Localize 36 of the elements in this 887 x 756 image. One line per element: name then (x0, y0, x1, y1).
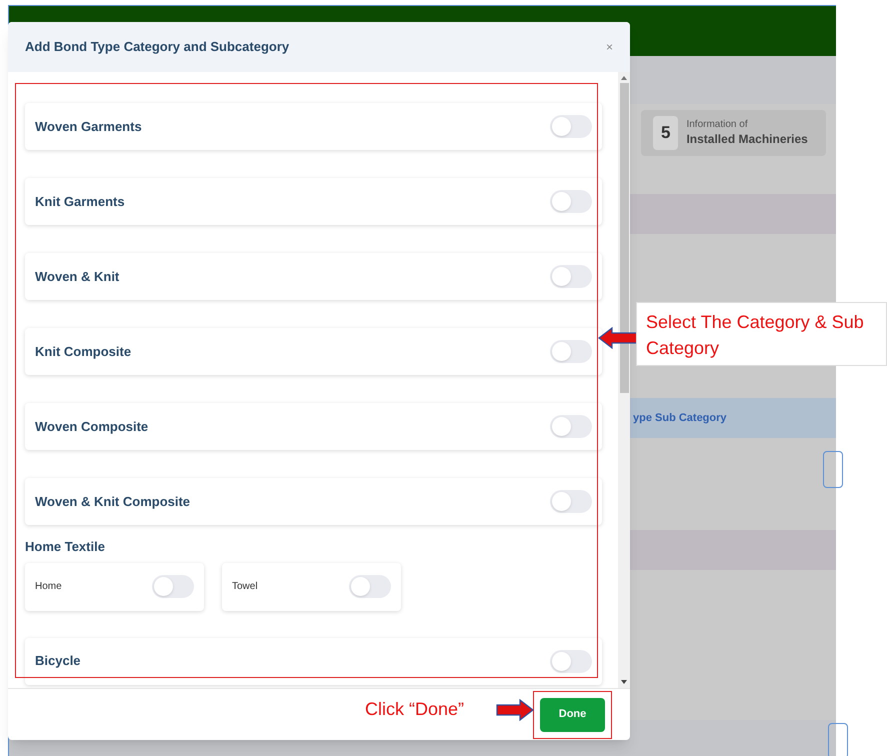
group-heading: Home Textile (25, 538, 106, 556)
toggle-switch[interactable] (349, 575, 391, 598)
category-label: Woven Garments (35, 118, 142, 136)
category-label: Woven & Knit Composite (35, 492, 190, 511)
toggle-switch[interactable] (152, 575, 194, 598)
toggle-switch[interactable] (550, 490, 592, 513)
step-title: Installed Machineries (686, 132, 808, 147)
callout-text: Click “Done” (365, 698, 464, 721)
category-label: Knit Garments (35, 192, 125, 211)
subcategory-label: Towel (232, 580, 258, 594)
scrollbar[interactable] (618, 72, 630, 688)
scrollbar-thumb[interactable] (620, 83, 628, 393)
category-label: Woven Composite (35, 418, 148, 436)
step-caption: Information of (686, 119, 749, 132)
done-button[interactable]: Done (540, 698, 605, 732)
right-arrow-icon (496, 699, 534, 721)
category-label: Knit Composite (35, 342, 132, 361)
toggle-switch[interactable] (550, 415, 592, 438)
callout-text: Select The Category & Sub Category (646, 311, 865, 360)
category-label: Bicycle (35, 652, 81, 670)
section-title: ype Sub Category (633, 410, 727, 426)
subcategory-label: Home (35, 580, 62, 594)
category-label: Woven & Knit (35, 268, 120, 286)
toggle-switch[interactable] (550, 340, 592, 363)
toggle-switch[interactable] (550, 115, 592, 138)
outline-button[interactable] (823, 451, 843, 488)
scroll-down-icon[interactable] (621, 680, 627, 684)
modal-title: Add Bond Type Category and Subcategory (25, 38, 290, 56)
toggle-switch[interactable] (550, 190, 592, 213)
left-arrow-icon (598, 327, 638, 349)
step-number: 5 (653, 116, 678, 150)
outline-button[interactable] (828, 723, 848, 756)
close-button[interactable]: × (606, 38, 613, 56)
toggle-switch[interactable] (550, 650, 592, 672)
toggle-switch[interactable] (550, 265, 592, 288)
scroll-up-icon[interactable] (621, 76, 627, 80)
